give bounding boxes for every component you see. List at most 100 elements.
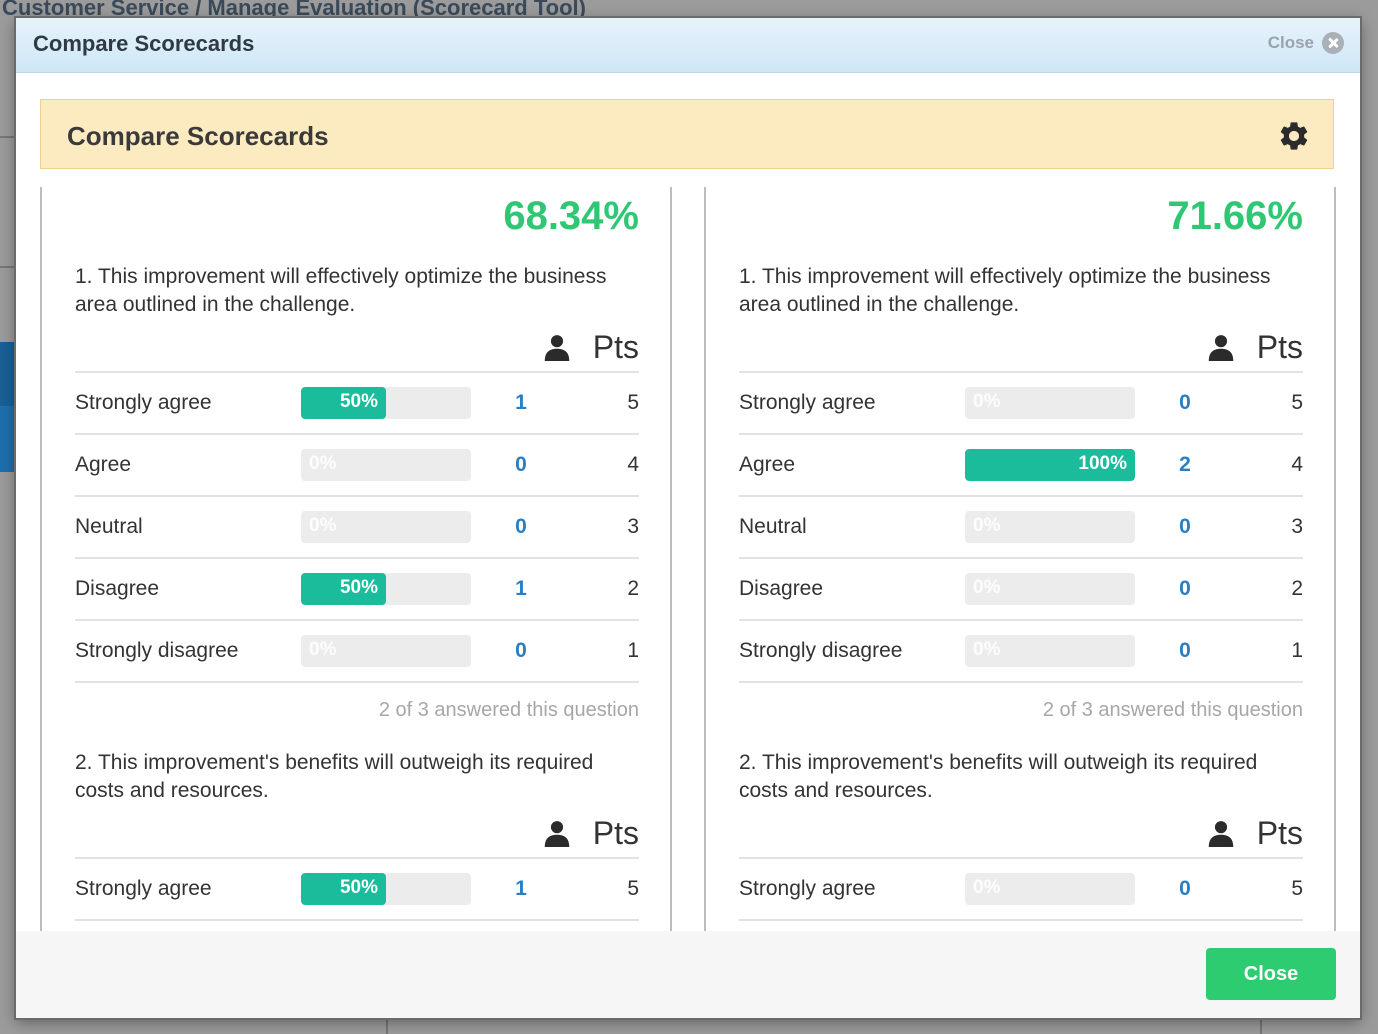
percent-bar: 0% [965, 511, 1135, 543]
pts-header: Pts [592, 328, 639, 365]
answer-list: Strongly agree 0% 0 5 [739, 859, 1303, 921]
respondent-count-link[interactable]: 0 [1135, 577, 1235, 601]
close-button[interactable]: Close [1206, 948, 1336, 1000]
answer-row: Agree 0% 0 4 [75, 435, 639, 497]
answer-points: 4 [1291, 453, 1303, 476]
answer-row: Strongly agree 0% 0 5 [739, 373, 1303, 435]
percent-bar: 0% [301, 511, 471, 543]
percent-bar-label: 0% [973, 515, 1001, 536]
user-icon [544, 335, 570, 361]
respondent-count-link[interactable]: 0 [471, 639, 571, 663]
answer-row: Strongly disagree 0% 0 1 [75, 621, 639, 683]
respondent-count-link[interactable]: 1 [471, 577, 571, 601]
answer-points: 2 [1291, 577, 1303, 600]
percent-bar: 0% [301, 449, 471, 481]
percent-bar: 0% [965, 873, 1135, 905]
answer-label: Strongly agree [739, 391, 876, 414]
modal-header: Compare Scorecards Close [16, 18, 1360, 73]
answer-row: Strongly agree 0% 0 5 [739, 859, 1303, 921]
answer-points: 5 [627, 391, 639, 414]
header-close-button[interactable]: Close [1268, 32, 1344, 54]
answer-row: Strongly agree 50% 1 5 [75, 859, 639, 921]
modal-title: Compare Scorecards [33, 31, 255, 56]
header-close-label: Close [1267, 33, 1314, 52]
scorecard-score: 68.34% [503, 194, 639, 238]
respondent-count-link[interactable]: 1 [471, 877, 571, 901]
user-icon [1208, 821, 1234, 847]
answer-row: Disagree 0% 0 2 [739, 559, 1303, 621]
panel-banner: Compare Scorecards [40, 99, 1334, 169]
close-circle-icon[interactable] [1322, 32, 1344, 54]
respondent-count-link[interactable]: 0 [471, 453, 571, 477]
question-block: 1. This improvement will effectively opt… [739, 263, 1303, 727]
question-block: 2. This improvement's benefits will outw… [75, 749, 639, 921]
percent-bar-label: 0% [973, 877, 1001, 898]
question-text: 1. This improvement will effectively opt… [75, 265, 607, 316]
respondent-count-link[interactable]: 0 [471, 515, 571, 539]
percent-bar: 0% [965, 573, 1135, 605]
percent-bar: 50% [301, 573, 471, 605]
percent-bar-label: 0% [309, 515, 337, 536]
respondent-count-link[interactable]: 1 [471, 391, 571, 415]
answer-label: Strongly disagree [75, 639, 239, 662]
percent-bar: 100% [965, 449, 1135, 481]
answer-points: 5 [1291, 391, 1303, 414]
modal-body[interactable]: Compare Scorecards 68.34% 1. This improv… [16, 73, 1360, 931]
question-text: 2. This improvement's benefits will outw… [739, 751, 1258, 802]
scorecard-column-content: 68.34% 1. This improvement will effectiv… [75, 187, 639, 921]
scorecard-column-content: 71.66% 1. This improvement will effectiv… [739, 187, 1303, 921]
answer-row: Neutral 0% 0 3 [75, 497, 639, 559]
scorecard-score: 71.66% [1167, 194, 1303, 238]
percent-bar-label: 50% [339, 577, 378, 598]
answer-points: 1 [627, 639, 639, 662]
answer-points: 5 [627, 877, 639, 900]
background-divider [386, 1018, 388, 1034]
answer-points: 5 [1291, 877, 1303, 900]
percent-bar: 0% [965, 387, 1135, 419]
percent-bar: 0% [965, 635, 1135, 667]
answered-count: 2 of 3 answered this question [378, 699, 639, 721]
question-table-header: Pts [75, 809, 639, 859]
respondent-count-link[interactable]: 0 [1135, 877, 1235, 901]
pts-header: Pts [1256, 328, 1303, 365]
modal-footer: Close [16, 931, 1360, 1018]
question-block: 1. This improvement will effectively opt… [75, 263, 639, 727]
question-table-header: Pts [739, 323, 1303, 373]
answer-points: 4 [627, 453, 639, 476]
answer-label: Neutral [75, 515, 143, 538]
percent-bar: 50% [301, 873, 471, 905]
pts-header: Pts [592, 814, 639, 851]
answer-row: Neutral 0% 0 3 [739, 497, 1303, 559]
answer-row: Strongly disagree 0% 0 1 [739, 621, 1303, 683]
scorecard-column-2: 71.66% 1. This improvement will effectiv… [704, 187, 1336, 931]
background-divider [0, 266, 16, 268]
answer-points: 2 [627, 577, 639, 600]
answered-count: 2 of 3 answered this question [1042, 699, 1303, 721]
background-sidebar-active [0, 342, 16, 406]
percent-bar-label: 100% [1078, 453, 1127, 474]
percent-bar-label: 0% [973, 639, 1001, 660]
question-table-header: Pts [739, 809, 1303, 859]
answer-label: Strongly disagree [739, 639, 903, 662]
respondent-count-link[interactable]: 2 [1135, 453, 1235, 477]
percent-bar-label: 50% [339, 391, 378, 412]
answer-label: Strongly agree [75, 877, 212, 900]
user-icon [544, 821, 570, 847]
percent-bar-label: 50% [339, 877, 378, 898]
answer-label: Disagree [75, 577, 160, 600]
answer-row: Strongly agree 50% 1 5 [75, 373, 639, 435]
answer-row: Disagree 50% 1 2 [75, 559, 639, 621]
answer-label: Strongly agree [739, 877, 876, 900]
percent-bar-label: 0% [309, 453, 337, 474]
respondent-count-link[interactable]: 0 [1135, 391, 1235, 415]
respondent-count-link[interactable]: 0 [1135, 639, 1235, 663]
background-divider [0, 136, 16, 138]
background-page-title: Customer Service / Manage Evaluation (Sc… [2, 0, 586, 20]
gear-icon[interactable] [1277, 119, 1311, 153]
answer-points: 3 [627, 515, 639, 538]
answer-list: Strongly agree 0% 0 5 Agree 100% 2 4 Neu… [739, 373, 1303, 683]
answer-label: Agree [739, 453, 796, 476]
percent-bar-label: 0% [973, 577, 1001, 598]
percent-bar-label: 0% [309, 639, 337, 660]
respondent-count-link[interactable]: 0 [1135, 515, 1235, 539]
